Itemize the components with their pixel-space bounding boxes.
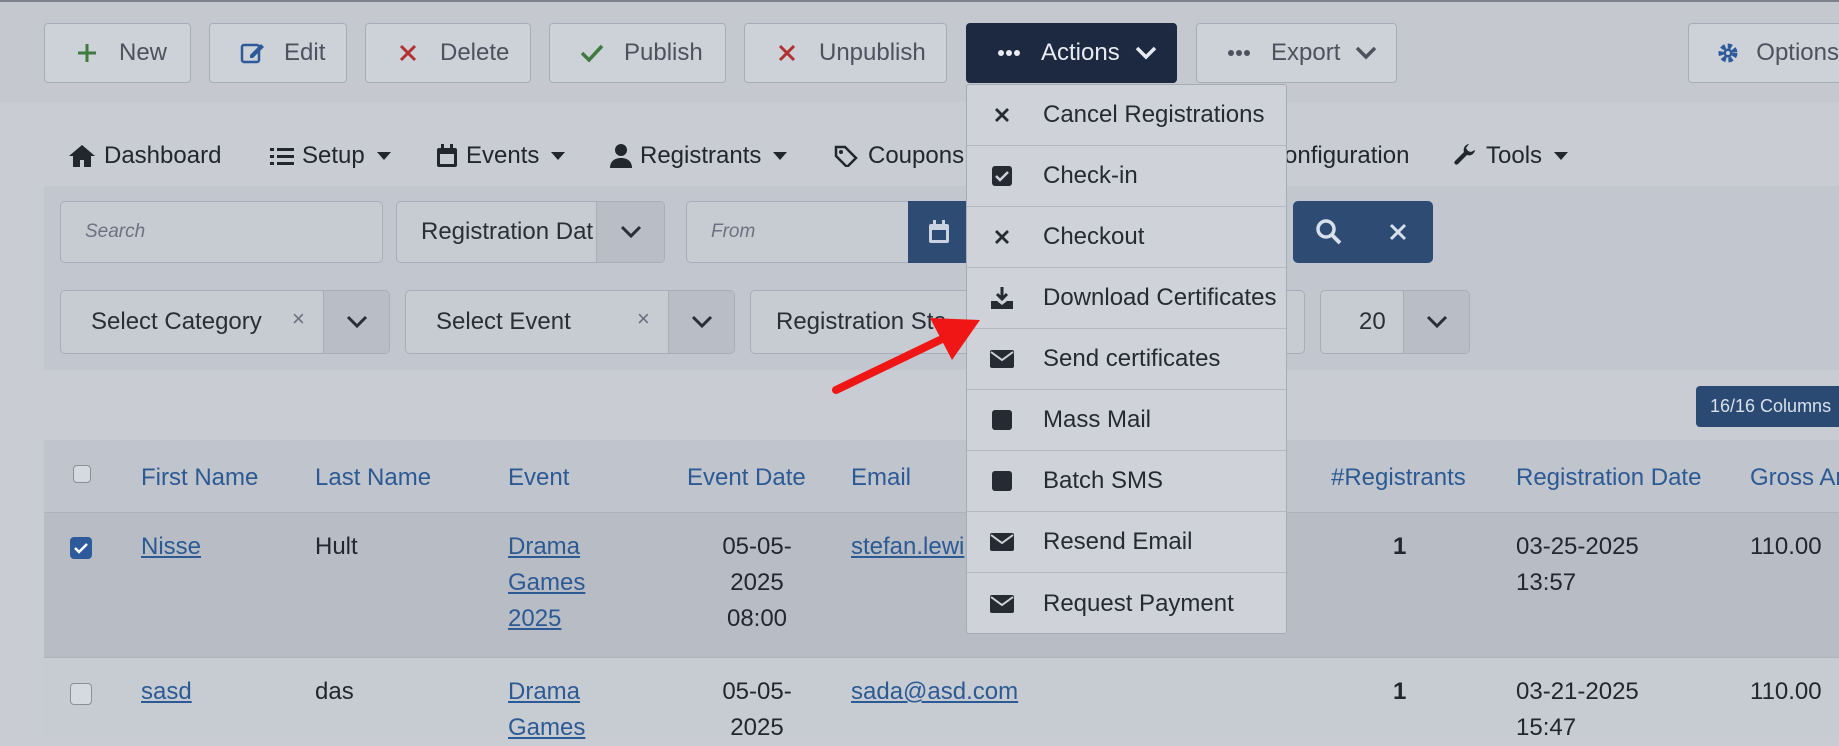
annotation-arrow	[832, 318, 980, 394]
